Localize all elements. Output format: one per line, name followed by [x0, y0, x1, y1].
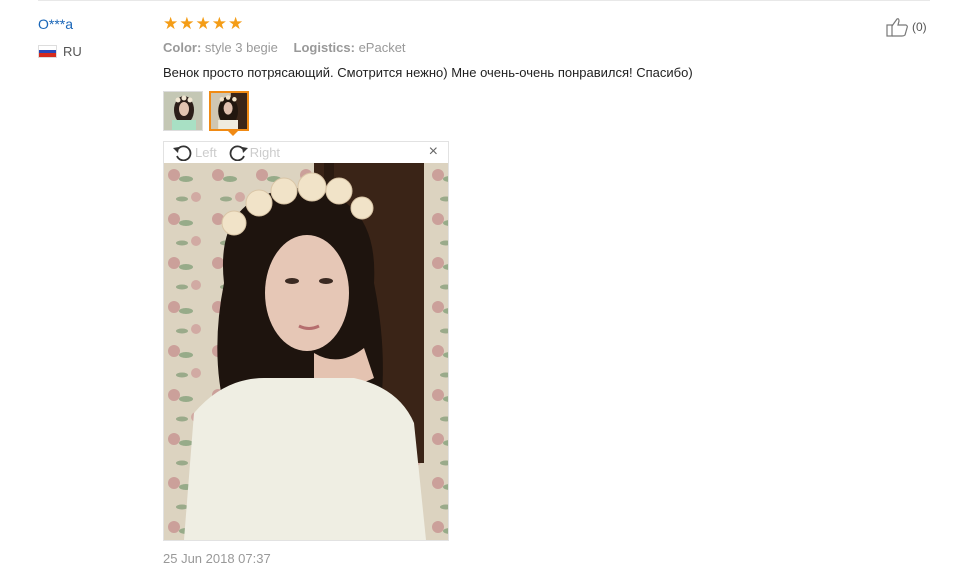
color-value: style 3 begie — [204, 40, 278, 55]
rotate-right-icon — [229, 145, 248, 161]
review-text: Венок просто потрясающий. Смотрится нежн… — [163, 65, 693, 80]
rotate-right-label: Right — [249, 144, 281, 160]
photo-thumbnails — [163, 91, 249, 131]
country-code: RU — [63, 44, 82, 59]
logistics-value: ePacket — [358, 40, 406, 55]
russia-flag-icon — [38, 45, 57, 58]
viewer-toolbar: Left Right × — [164, 142, 448, 162]
close-button[interactable]: × — [429, 144, 438, 160]
photo-thumbnail-selected[interactable] — [209, 91, 249, 131]
helpful-count: (0) — [912, 20, 927, 34]
star-icon: ★ — [195, 14, 211, 33]
logistics-label: Logistics: — [293, 40, 355, 55]
star-icon: ★ — [163, 14, 179, 33]
review-photo — [164, 163, 448, 540]
review-date: 25 Jun 2018 07:37 — [163, 551, 271, 566]
rotate-left-icon — [173, 145, 192, 161]
reviewer-info: O***a RU — [38, 16, 82, 59]
star-icon: ★ — [179, 14, 195, 33]
star-icon: ★ — [211, 14, 227, 33]
product-attributes: Color: style 3 begie Logistics: ePacket — [163, 40, 418, 55]
reviewer-country: RU — [38, 44, 82, 59]
divider — [38, 0, 930, 1]
reviewer-name[interactable]: O***a — [38, 16, 73, 32]
thumbs-up-icon — [886, 18, 908, 37]
rotate-left-label: Left — [195, 144, 217, 160]
photo-thumbnail[interactable] — [163, 91, 203, 131]
star-icon: ★ — [228, 14, 244, 33]
star-rating: ★ ★ ★ ★ ★ — [163, 15, 243, 33]
helpful-button[interactable]: (0) — [886, 17, 927, 37]
selected-thumbnail-pointer — [227, 130, 239, 136]
color-label: Color: — [163, 40, 202, 55]
rotate-left-button[interactable]: Left — [172, 143, 217, 161]
photo-viewer: Left Right × — [163, 141, 449, 541]
rotate-right-button[interactable]: Right — [227, 143, 280, 161]
